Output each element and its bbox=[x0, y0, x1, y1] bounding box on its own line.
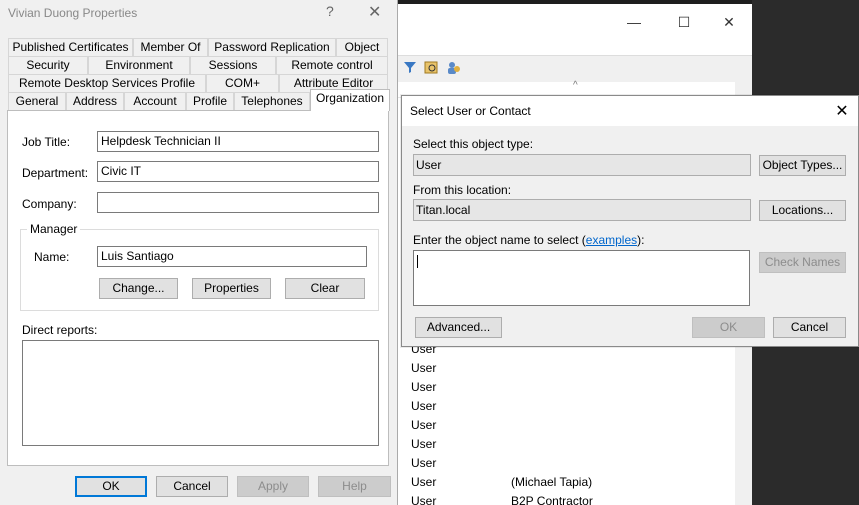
close-icon[interactable]: ✕ bbox=[368, 2, 381, 22]
filter-icon[interactable] bbox=[401, 60, 419, 78]
text-cursor bbox=[417, 255, 418, 268]
list-row-type: User bbox=[411, 456, 437, 470]
add-users-icon[interactable] bbox=[445, 60, 463, 78]
job-title-label: Job Title: bbox=[22, 135, 71, 149]
clear-manager-button[interactable]: Clear bbox=[285, 278, 365, 299]
minimize-button[interactable]: — bbox=[619, 12, 649, 32]
select-user-title: Select User or Contact bbox=[410, 104, 531, 118]
location-label: From this location: bbox=[413, 183, 512, 197]
tab-security[interactable]: Security bbox=[8, 56, 88, 74]
organization-tab-panel: Job Title: Helpdesk Technician II Depart… bbox=[7, 110, 389, 466]
tab-published-certificates[interactable]: Published Certificates bbox=[8, 38, 133, 56]
select-user-dialog: Select User or Contact ✕ Select this obj… bbox=[401, 95, 859, 347]
tab-organization[interactable]: Organization bbox=[310, 89, 390, 111]
object-type-label: Select this object type: bbox=[413, 137, 534, 151]
tab-address[interactable]: Address bbox=[66, 92, 124, 110]
locations-button[interactable]: Locations... bbox=[759, 200, 846, 221]
tab-account[interactable]: Account bbox=[124, 92, 186, 110]
apply-button[interactable]: Apply bbox=[237, 476, 309, 497]
department-field[interactable]: Civic IT bbox=[97, 161, 379, 182]
bg-toolbar bbox=[397, 56, 752, 82]
select-user-titlebar: Select User or Contact ✕ bbox=[402, 96, 858, 126]
object-name-input[interactable] bbox=[413, 250, 750, 306]
company-field[interactable] bbox=[97, 192, 379, 213]
tab-environment[interactable]: Environment bbox=[88, 56, 190, 74]
maximize-button[interactable]: ☐ bbox=[669, 12, 699, 32]
object-type-field: User bbox=[413, 154, 751, 176]
user-properties-dialog: Vivian Duong Properties ? ✕ Published Ce… bbox=[0, 0, 398, 505]
change-manager-button[interactable]: Change... bbox=[99, 278, 178, 299]
object-types-button[interactable]: Object Types... bbox=[759, 155, 846, 176]
list-row-type: User bbox=[411, 399, 437, 413]
close-icon[interactable]: ✕ bbox=[832, 101, 852, 121]
bg-titlebar: — ☐ ✕ bbox=[397, 4, 752, 34]
tab-password-replication[interactable]: Password Replication bbox=[208, 38, 336, 56]
ok-button[interactable]: OK bbox=[692, 317, 765, 338]
find-icon[interactable] bbox=[423, 60, 441, 78]
list-row-type: User bbox=[411, 437, 437, 451]
examples-link[interactable]: examples bbox=[586, 233, 637, 247]
enter-name-label: Enter the object name to select (example… bbox=[413, 233, 644, 247]
list-row-type: User bbox=[411, 418, 437, 432]
tab-com-plus[interactable]: COM+ bbox=[206, 74, 279, 92]
tab-profile[interactable]: Profile bbox=[186, 92, 234, 110]
list-row-type: User bbox=[411, 494, 437, 505]
close-button[interactable]: ✕ bbox=[714, 12, 744, 32]
help-button[interactable]: Help bbox=[318, 476, 391, 497]
check-names-button[interactable]: Check Names bbox=[759, 252, 846, 273]
tab-member-of[interactable]: Member Of bbox=[133, 38, 208, 56]
enter-name-label-prefix: Enter the object name to select ( bbox=[413, 233, 586, 247]
location-field: Titan.local bbox=[413, 199, 751, 221]
department-label: Department: bbox=[22, 166, 89, 180]
manager-group-title: Manager bbox=[27, 222, 81, 236]
dialog-title: Vivian Duong Properties bbox=[8, 6, 138, 20]
help-icon[interactable]: ? bbox=[326, 3, 334, 19]
tab-rds-profile[interactable]: Remote Desktop Services Profile bbox=[8, 74, 206, 92]
bg-menubar bbox=[397, 34, 752, 56]
tab-remote-control[interactable]: Remote control bbox=[276, 56, 388, 74]
tab-telephones[interactable]: Telephones bbox=[234, 92, 310, 110]
ok-button[interactable]: OK bbox=[75, 476, 147, 497]
tab-sessions[interactable]: Sessions bbox=[190, 56, 276, 74]
direct-reports-list[interactable] bbox=[22, 340, 379, 446]
manager-name-field[interactable]: Luis Santiago bbox=[97, 246, 367, 267]
list-row-type: User bbox=[411, 380, 437, 394]
manager-name-label: Name: bbox=[34, 250, 70, 264]
job-title-field[interactable]: Helpdesk Technician II bbox=[97, 131, 379, 152]
cancel-button[interactable]: Cancel bbox=[156, 476, 228, 497]
list-row-type: User bbox=[411, 361, 437, 375]
sort-arrow-icon: ^ bbox=[573, 80, 578, 91]
tab-object[interactable]: Object bbox=[336, 38, 388, 56]
tab-general[interactable]: General bbox=[8, 92, 66, 110]
enter-name-label-suffix: ): bbox=[637, 233, 645, 247]
advanced-button[interactable]: Advanced... bbox=[415, 317, 502, 338]
list-row-type: User bbox=[411, 475, 437, 489]
list-row-description: (Michael Tapia) bbox=[511, 475, 593, 489]
manager-properties-button[interactable]: Properties bbox=[192, 278, 271, 299]
direct-reports-label: Direct reports: bbox=[22, 323, 98, 337]
company-label: Company: bbox=[22, 197, 77, 211]
cancel-button[interactable]: Cancel bbox=[773, 317, 846, 338]
list-row-description: B2P Contractor bbox=[511, 494, 593, 505]
